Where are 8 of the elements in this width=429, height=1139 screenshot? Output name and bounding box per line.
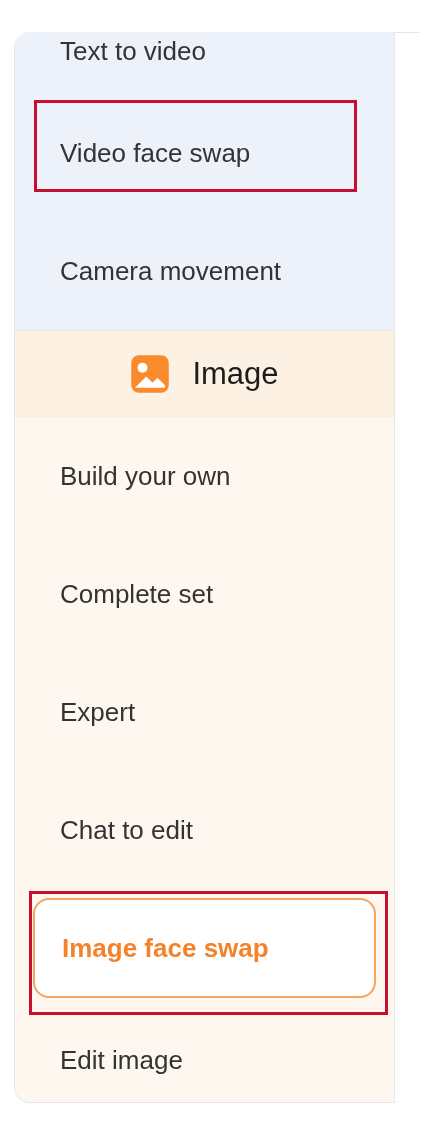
image-icon (130, 353, 171, 394)
menu-item[interactable]: Edit image (15, 1007, 394, 1102)
menu-item[interactable]: Expert (15, 653, 394, 771)
section-title: Image (192, 355, 279, 392)
menu-item[interactable]: Chat to edit (15, 771, 394, 889)
menu-item[interactable]: Build your own (15, 417, 394, 535)
menu-item[interactable]: Complete set (15, 535, 394, 653)
menu-item[interactable]: Camera movement (15, 212, 394, 330)
